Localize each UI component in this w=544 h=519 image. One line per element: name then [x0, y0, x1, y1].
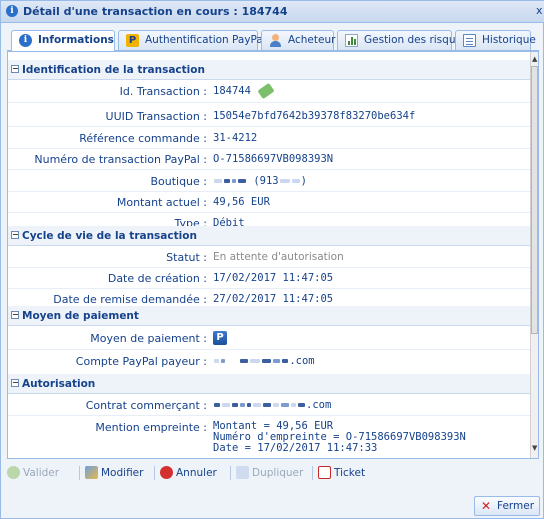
user-icon	[269, 34, 282, 47]
close-button-label: Fermer	[497, 500, 535, 512]
validate-button[interactable]: Valider	[7, 466, 59, 479]
details-scroll-area[interactable]: − Identification de la transaction Id. T…	[8, 52, 530, 458]
row-creation-date: Date de création : 17/02/2017 11:47:05	[8, 269, 530, 288]
tab-acheteur[interactable]: Acheteur	[261, 30, 336, 50]
tab-label: Authentification PayPal	[145, 34, 266, 46]
field-label: Boutique :	[150, 175, 207, 188]
collapse-toggle-icon[interactable]: −	[11, 65, 19, 73]
row-uuid: UUID Transaction : 15054e7bfd7642b39378f…	[8, 107, 530, 126]
cancel-button[interactable]: Annuler	[160, 466, 217, 479]
field-label: Montant actuel :	[116, 196, 207, 209]
close-window-button[interactable]: x	[536, 4, 543, 17]
footprint-value: Montant = 49,56 EUR Numéro d'empreinte =…	[213, 420, 466, 454]
row-paypal-account: Compte PayPal payeur : .com	[8, 352, 530, 371]
paypal-icon: P	[126, 34, 139, 47]
tab-bar: i Informations P Authentification PayPal…	[7, 26, 539, 51]
section-lifecycle-header[interactable]: − Cycle de vie de la transaction	[8, 226, 530, 246]
row-paypal-transaction: Numéro de transaction PayPal : O-7158669…	[8, 150, 530, 169]
field-label: Date de remise demandée :	[53, 293, 207, 306]
field-label: Numéro de transaction PayPal :	[34, 153, 207, 166]
collapse-toggle-icon[interactable]: −	[11, 379, 19, 387]
section-title: Cycle de vie de la transaction	[22, 230, 197, 242]
section-title: Identification de la transaction	[22, 64, 205, 76]
ticket-button[interactable]: Ticket	[318, 466, 365, 479]
tab-informations[interactable]: i Informations	[11, 30, 115, 51]
informations-panel: − Identification de la transaction Id. T…	[7, 51, 539, 459]
duplicate-icon	[236, 466, 249, 479]
row-current-amount: Montant actuel : 49,56 EUR	[8, 193, 530, 212]
row-shop: Boutique : (913)	[8, 172, 530, 191]
scroll-down-icon[interactable]: ▼	[532, 444, 537, 452]
section-title: Moyen de paiement	[22, 310, 139, 322]
tab-label: Acheteur	[288, 34, 336, 46]
field-label: Date de création :	[107, 272, 207, 285]
document-icon	[463, 34, 476, 47]
check-icon	[7, 466, 20, 479]
duplicate-button[interactable]: Dupliquer	[236, 466, 303, 479]
pdf-icon	[318, 466, 331, 479]
field-label: Moyen de paiement :	[90, 332, 207, 345]
modify-button[interactable]: Modifier	[85, 466, 143, 479]
edit-icon	[85, 466, 98, 479]
section-payment-header[interactable]: − Moyen de paiement	[8, 306, 530, 326]
field-label: Mention empreinte :	[95, 421, 207, 434]
field-label: Contrat commerçant :	[85, 399, 207, 412]
tab-authentification-paypal[interactable]: P Authentification PayPal	[118, 30, 266, 50]
row-order-reference: Référence commande : 31-4212	[8, 129, 530, 148]
row-transaction-id: Id. Transaction : 184744	[8, 82, 530, 101]
tab-label: Gestion des risques	[364, 34, 468, 46]
action-toolbar: Valider Modifier Annuler Dupliquer Ticke…	[7, 462, 539, 484]
section-authorization-header[interactable]: − Autorisation	[8, 374, 530, 394]
row-merchant-contract: Contrat commerçant : .com	[8, 396, 530, 415]
section-identification-header[interactable]: − Identification de la transaction	[8, 60, 530, 80]
uuid-value: 15054e7bfd7642b39378f83270be634f	[213, 110, 416, 122]
creation-date-value: 17/02/2017 11:47:05	[213, 272, 334, 284]
transaction-detail-window: i Détail d'une transaction en cours : 18…	[0, 0, 544, 519]
order-reference-value: 31-4212	[213, 132, 258, 144]
tab-gestion-des-risques[interactable]: Gestion des risques	[337, 30, 467, 50]
shop-value-redacted: (913)	[213, 175, 307, 187]
section-title: Autorisation	[22, 378, 96, 390]
info-icon: i	[19, 34, 32, 47]
window-titlebar: i Détail d'une transaction en cours : 18…	[1, 1, 544, 23]
paypal-icon: P	[213, 331, 227, 345]
collapse-toggle-icon[interactable]: −	[11, 231, 19, 239]
scrollbar-thumb[interactable]	[531, 66, 538, 334]
field-label: UUID Transaction :	[105, 110, 207, 123]
tab-historique[interactable]: Historique	[455, 30, 536, 50]
scroll-up-icon[interactable]: ▲	[532, 55, 537, 63]
window-title: Détail d'une transaction en cours : 1847…	[23, 5, 288, 18]
tab-label: Informations	[38, 34, 114, 46]
status-value: En attente d'autorisation	[213, 251, 344, 263]
row-status: Statut : En attente d'autorisation	[8, 248, 530, 267]
vertical-scrollbar[interactable]: ▲ ▼	[530, 52, 538, 458]
close-icon: ✕	[481, 499, 492, 513]
field-label: Compte PayPal payeur :	[75, 355, 207, 368]
field-label: Id. Transaction :	[119, 85, 207, 98]
paypal-account-value-redacted: .com	[213, 355, 315, 367]
chart-icon	[345, 34, 358, 47]
remise-date-value: 27/02/2017 11:47:05	[213, 293, 334, 305]
cancel-icon	[160, 466, 173, 479]
row-payment-method: Moyen de paiement : P	[8, 329, 530, 348]
tag-icon	[257, 82, 275, 100]
collapse-toggle-icon[interactable]: −	[11, 311, 19, 319]
merchant-contract-value-redacted: .com	[213, 399, 331, 411]
tab-label: Historique	[482, 34, 536, 46]
paypal-transaction-value: O-71586697VB098393N	[213, 153, 334, 165]
current-amount-value: 49,56 EUR	[213, 196, 270, 208]
transaction-id-value: 184744	[213, 82, 275, 100]
close-button[interactable]: ✕ Fermer	[474, 496, 540, 516]
field-label: Statut :	[166, 251, 207, 264]
info-icon: i	[6, 5, 18, 17]
field-label: Référence commande :	[79, 132, 207, 145]
row-footprint: Mention empreinte : Montant = 49,56 EUR …	[8, 418, 530, 458]
